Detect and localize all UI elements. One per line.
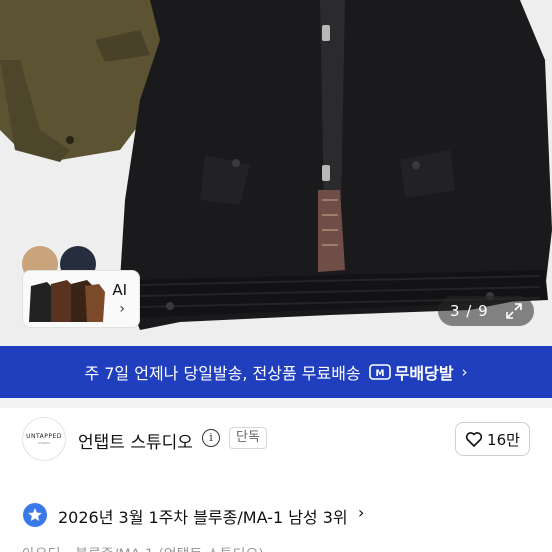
chevron-right-icon: › bbox=[461, 363, 468, 381]
svg-text:M: M bbox=[375, 369, 384, 379]
expand-icon[interactable] bbox=[504, 301, 524, 321]
like-button[interactable]: 16만 bbox=[455, 422, 530, 456]
category-breadcrumb[interactable]: 아우터 › 블루종/MA-1 (언탭트 스튜디오) bbox=[22, 544, 264, 552]
brand-logo[interactable]: UNTAPPED STUDIO bbox=[22, 417, 66, 461]
heart-icon bbox=[465, 432, 483, 447]
delivery-badge-label: 무배당발 bbox=[394, 364, 454, 383]
ai-color-selector[interactable]: AI › bbox=[22, 270, 140, 328]
chevron-right-icon[interactable]: › bbox=[358, 503, 364, 522]
ai-label: AI bbox=[112, 281, 127, 299]
ranking-text[interactable]: 2026년 3월 1주차 블루종/MA-1 남성 3위 bbox=[58, 504, 348, 528]
product-image-gallery[interactable]: AI › 3 / 9 bbox=[0, 0, 552, 346]
jacket-thumbnail-icon bbox=[29, 280, 105, 322]
brand-logo-subtext: STUDIO bbox=[38, 441, 50, 445]
brand-logo-text: UNTAPPED bbox=[26, 433, 62, 440]
info-icon[interactable]: i bbox=[202, 429, 220, 447]
delivery-badge-icon: M bbox=[368, 364, 391, 380]
image-pager[interactable]: 3 / 9 bbox=[438, 296, 534, 326]
brand-name[interactable]: 언탭트 스튜디오 bbox=[78, 428, 193, 453]
shipping-banner[interactable]: 주 7일 언제나 당일발송, 전상품 무료배송 M 무배당발 › bbox=[0, 346, 552, 398]
chevron-right-icon: › bbox=[119, 301, 125, 317]
pager-count: 3 / 9 bbox=[450, 302, 489, 320]
exclusive-tag: 단독 bbox=[229, 427, 267, 449]
like-count: 16만 bbox=[487, 430, 520, 449]
shipping-message: 주 7일 언제나 당일발송, 전상품 무료배송 bbox=[84, 364, 361, 383]
section-divider bbox=[0, 398, 552, 408]
star-badge-icon bbox=[23, 503, 47, 527]
